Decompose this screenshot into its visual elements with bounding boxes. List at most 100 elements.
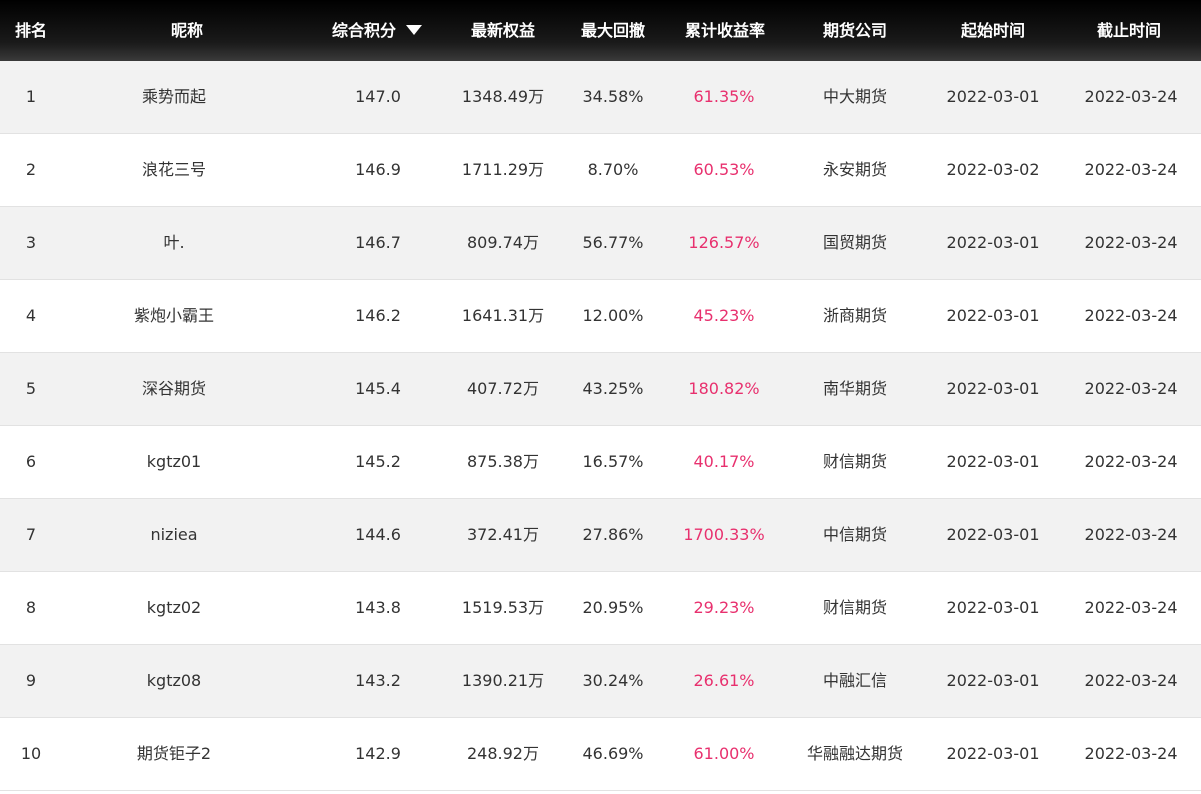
max-drawdown-cell: 16.57%	[582, 452, 644, 471]
header-nickname[interactable]: 昵称	[171, 21, 203, 41]
rank-cell: 8	[25, 598, 37, 617]
end-time-cell: 2022-03-24	[1084, 306, 1178, 325]
header-futures-company[interactable]: 期货公司	[823, 21, 887, 41]
rank-cell: 5	[25, 379, 37, 398]
header-rank[interactable]: 排名	[15, 21, 47, 41]
start-time-cell: 2022-03-01	[946, 452, 1040, 471]
table-row[interactable]: 4 紫炮小霸王 146.2 1641.31万 12.00% 45.23% 浙商期货 2022-…	[0, 280, 1201, 353]
table-row[interactable]: 8 kgtz02 143.8 1519.53万 20.95% 29.23% 财信期货 2022…	[0, 572, 1201, 645]
start-time-cell: 2022-03-01	[946, 306, 1040, 325]
rank-cell: 2	[25, 160, 37, 179]
futures-company-cell: 南华期货	[822, 379, 888, 398]
futures-company-cell: 财信期货	[822, 452, 888, 471]
header-equity[interactable]: 最新权益	[471, 21, 535, 41]
nickname-cell[interactable]: 浪花三号	[142, 160, 206, 180]
end-time-cell: 2022-03-24	[1084, 671, 1178, 690]
end-time-cell: 2022-03-24	[1084, 744, 1178, 763]
cum-return-cell: 40.17%	[693, 452, 755, 471]
equity-cell: 248.92万	[467, 744, 539, 763]
futures-company-cell: 财信期货	[822, 598, 888, 617]
start-time-cell: 2022-03-01	[946, 233, 1040, 252]
nickname-cell[interactable]: 深谷期货	[142, 379, 206, 399]
start-time-cell: 2022-03-01	[946, 598, 1040, 617]
table-row[interactable]: 5 深谷期货 145.4 407.72万 43.25% 180.82% 南华期货 2022-0…	[0, 353, 1201, 426]
cum-return-cell: 45.23%	[693, 306, 755, 325]
nickname-cell[interactable]: 乘势而起	[142, 87, 206, 107]
equity-cell: 1711.29万	[461, 160, 545, 179]
end-time-cell: 2022-03-24	[1084, 598, 1178, 617]
rank-cell: 6	[25, 452, 37, 471]
cum-return-cell: 26.61%	[693, 671, 755, 690]
score-cell: 144.6	[355, 525, 401, 544]
table-header: 排名 昵称 综合积分 最新权益 最大回撤 累计收益率 期货公司 起始时间 截止时…	[0, 0, 1201, 61]
rank-cell: 1	[25, 87, 37, 106]
max-drawdown-cell: 12.00%	[582, 306, 644, 325]
futures-company-cell: 浙商期货	[822, 306, 888, 325]
nickname-cell[interactable]: kgtz02	[147, 598, 201, 618]
header-score-label: 综合积分	[331, 20, 397, 40]
header-end-time[interactable]: 截止时间	[1097, 21, 1161, 41]
rank-cell: 7	[25, 525, 37, 544]
header-start-time[interactable]: 起始时间	[961, 21, 1025, 41]
end-time-cell: 2022-03-24	[1084, 379, 1178, 398]
start-time-cell: 2022-03-01	[946, 379, 1040, 398]
nickname-cell[interactable]: 紫炮小霸王	[134, 306, 214, 326]
score-cell: 146.2	[355, 306, 401, 325]
end-time-cell: 2022-03-24	[1084, 452, 1178, 471]
futures-company-cell: 中融汇信	[822, 671, 888, 690]
table-row[interactable]: 7 niziea 144.6 372.41万 27.86% 1700.33% 中信期货 202…	[0, 499, 1201, 572]
table-row[interactable]: 2 浪花三号 146.9 1711.29万 8.70% 60.53% 永安期货 2022-03…	[0, 134, 1201, 207]
nickname-cell[interactable]: kgtz01	[147, 452, 201, 472]
start-time-cell: 2022-03-01	[946, 525, 1040, 544]
futures-company-cell: 中信期货	[822, 525, 888, 544]
header-max-drawdown[interactable]: 最大回撤	[581, 21, 645, 41]
max-drawdown-cell: 56.77%	[582, 233, 644, 252]
cum-return-cell: 61.35%	[693, 87, 755, 106]
futures-company-cell: 中大期货	[822, 87, 888, 106]
sort-desc-icon[interactable]	[406, 24, 423, 35]
start-time-cell: 2022-03-01	[946, 87, 1040, 106]
table-body: 1 乘势而起 147.0 1348.49万 34.58% 61.35% 中大期货 2022-0…	[0, 61, 1201, 791]
table-row[interactable]: 9 kgtz08 143.2 1390.21万 30.24% 26.61% 中融汇信 2022…	[0, 645, 1201, 718]
start-time-cell: 2022-03-01	[946, 744, 1040, 763]
end-time-cell: 2022-03-24	[1084, 87, 1178, 106]
table-row[interactable]: 10 期货钜子2 142.9 248.92万 46.69% 61.00% 华融融达期货 202…	[0, 718, 1201, 791]
nickname-cell[interactable]: kgtz08	[147, 671, 201, 691]
table-row[interactable]: 1 乘势而起 147.0 1348.49万 34.58% 61.35% 中大期货 2022-0…	[0, 61, 1201, 134]
table-row[interactable]: 3 叶. 146.7 809.74万 56.77% 126.57% 国贸期货 2022-03-…	[0, 207, 1201, 280]
nickname-cell[interactable]: 叶.	[163, 233, 184, 253]
nickname-cell[interactable]: niziea	[150, 525, 197, 545]
futures-company-cell: 永安期货	[822, 160, 888, 179]
header-cum-return[interactable]: 累计收益率	[685, 21, 765, 41]
futures-company-cell: 国贸期货	[822, 233, 888, 252]
start-time-cell: 2022-03-02	[946, 160, 1040, 179]
equity-cell: 1390.21万	[461, 671, 545, 690]
equity-cell: 875.38万	[467, 452, 539, 471]
rank-cell: 9	[25, 671, 37, 690]
table-row[interactable]: 6 kgtz01 145.2 875.38万 16.57% 40.17% 财信期货 2022-…	[0, 426, 1201, 499]
nickname-cell[interactable]: 期货钜子2	[137, 744, 211, 764]
cum-return-cell: 29.23%	[693, 598, 755, 617]
max-drawdown-cell: 27.86%	[582, 525, 644, 544]
score-cell: 145.2	[355, 452, 401, 471]
equity-cell: 809.74万	[467, 233, 539, 252]
equity-cell: 1519.53万	[461, 598, 545, 617]
end-time-cell: 2022-03-24	[1084, 160, 1178, 179]
max-drawdown-cell: 43.25%	[582, 379, 644, 398]
ranking-table: 排名 昵称 综合积分 最新权益 最大回撤 累计收益率 期货公司 起始时间 截止时…	[0, 0, 1201, 791]
score-cell: 142.9	[355, 744, 401, 763]
cum-return-cell: 126.57%	[688, 233, 760, 252]
max-drawdown-cell: 34.58%	[582, 87, 644, 106]
score-cell: 146.9	[355, 160, 401, 179]
equity-cell: 407.72万	[467, 379, 539, 398]
score-cell: 147.0	[355, 87, 401, 106]
score-cell: 143.2	[355, 671, 401, 690]
max-drawdown-cell: 46.69%	[582, 744, 644, 763]
rank-cell: 3	[25, 233, 37, 252]
max-drawdown-cell: 30.24%	[582, 671, 644, 690]
equity-cell: 372.41万	[467, 525, 539, 544]
header-score-sort[interactable]: 综合积分	[331, 20, 423, 41]
cum-return-cell: 60.53%	[693, 160, 755, 179]
futures-company-cell: 华融融达期货	[806, 744, 904, 763]
end-time-cell: 2022-03-24	[1084, 525, 1178, 544]
